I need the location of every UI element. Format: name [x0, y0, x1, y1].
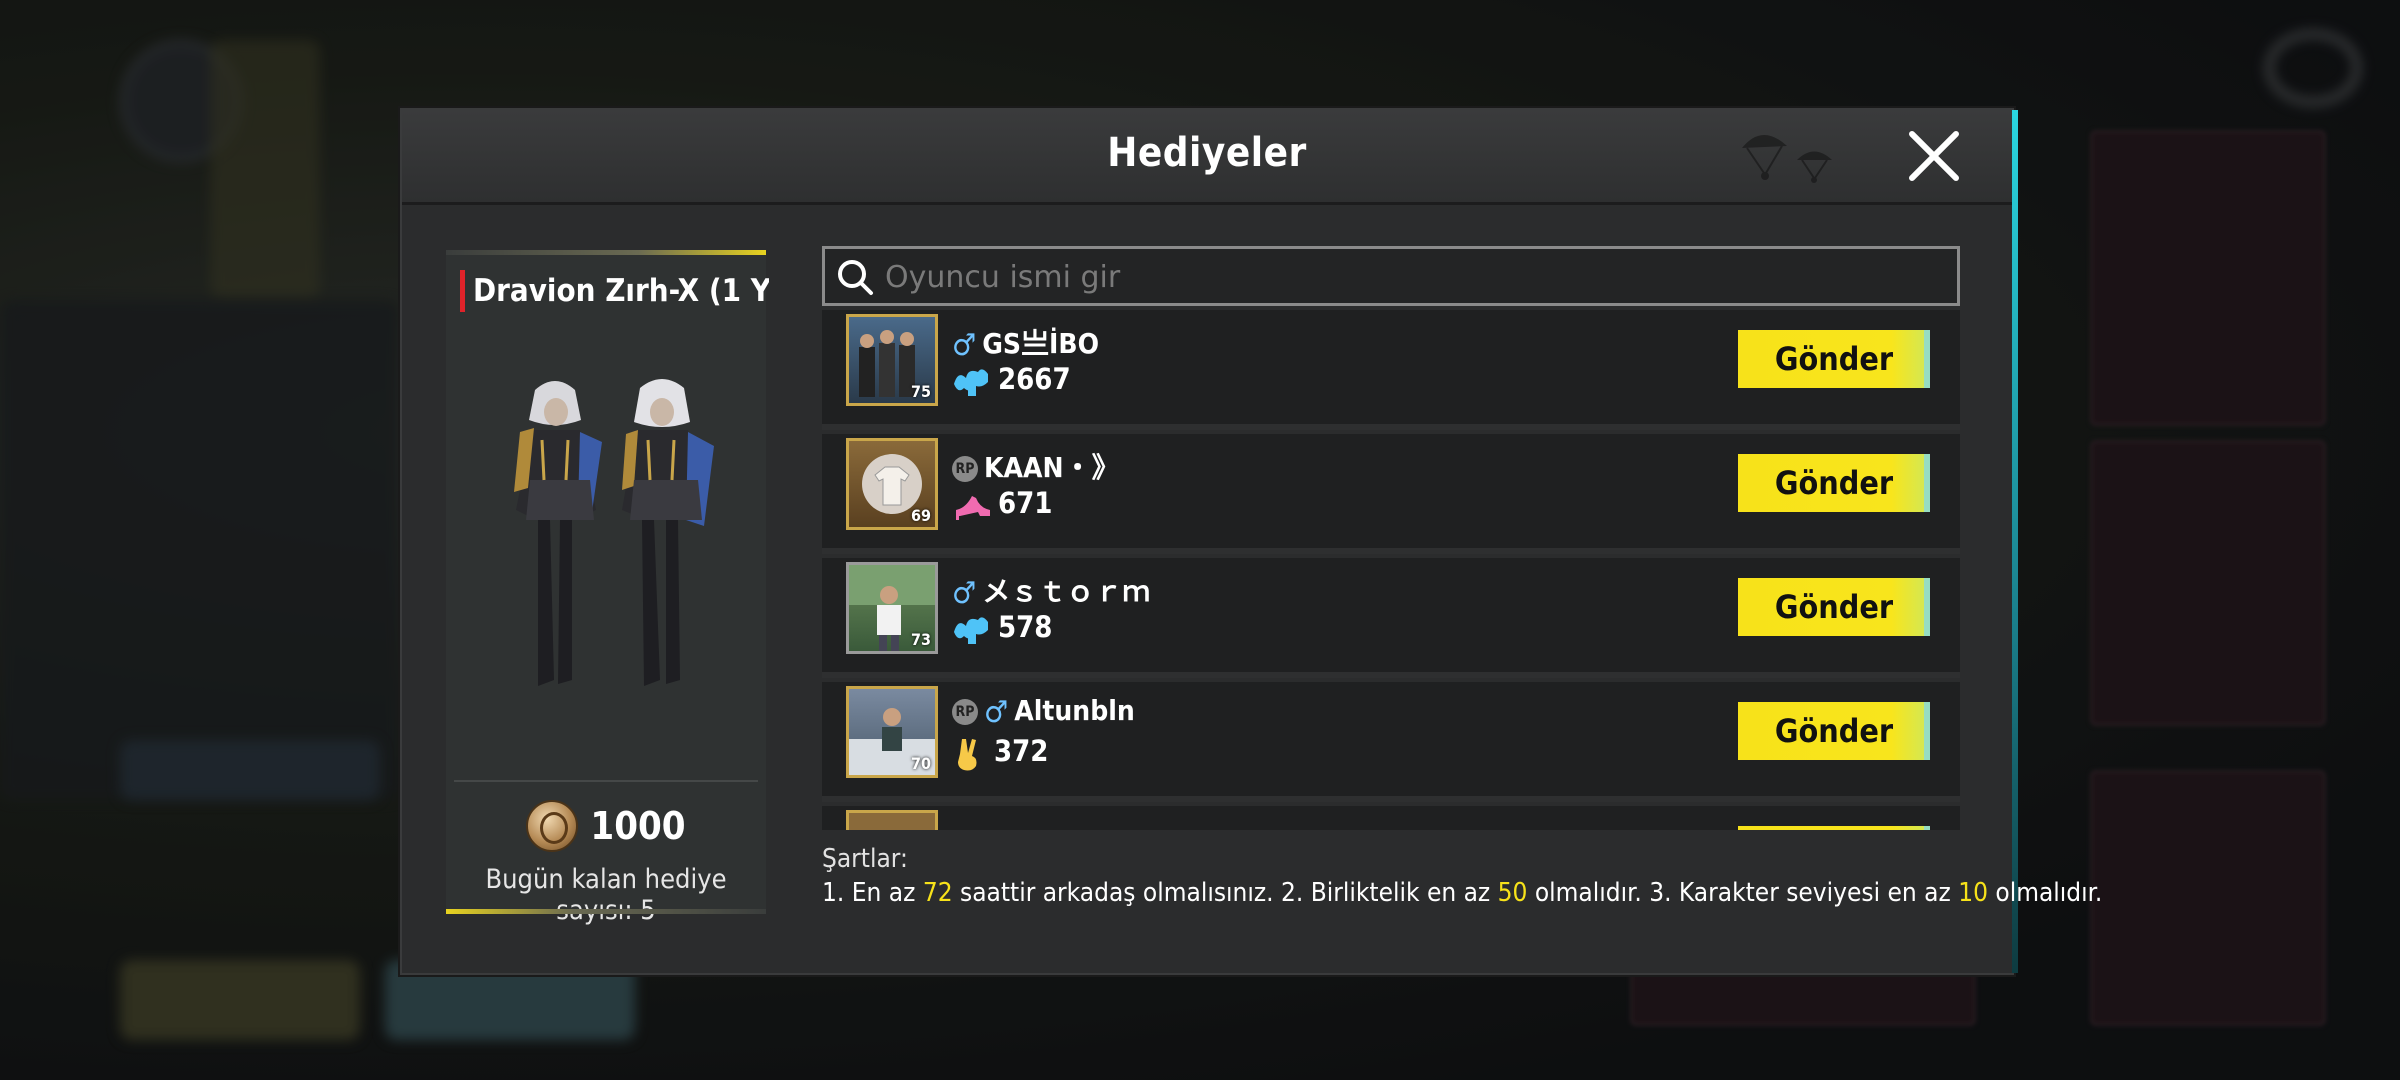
avatar[interactable]: 70	[846, 686, 938, 778]
terms-text: 1. En az 72 saattir arkadaş olmalısınız.…	[822, 878, 2103, 908]
player-stat: 372	[994, 734, 1049, 768]
victory-hand-icon	[958, 739, 977, 771]
friend-row-partial	[822, 806, 1960, 830]
send-gift-button[interactable]	[1738, 826, 1930, 830]
send-gift-button[interactable]: Gönder	[1738, 330, 1930, 388]
male-gender-icon: ♂	[984, 694, 1009, 730]
player-name: Altunbln	[1014, 694, 1135, 727]
dialog-edge-accent	[2012, 110, 2018, 973]
avatar[interactable]: 69	[846, 438, 938, 530]
friend-row: 73 ♂ メｓｔｏｒｍ 578 Gönder	[822, 558, 1960, 678]
item-name: Dravion Zırh-X (1 Yıldızl	[460, 270, 769, 312]
friend-row: 75 ♂ GS亗İBO 2667 Gönder	[822, 310, 1960, 430]
player-name: GS亗İBO	[982, 327, 1099, 360]
item-price: 1000	[446, 800, 766, 852]
search-icon	[838, 260, 873, 295]
avatar[interactable]: 73	[846, 562, 938, 654]
price-value: 1000	[590, 804, 686, 848]
male-gender-icon: ♂	[952, 327, 977, 363]
min-hours-value: 72	[922, 878, 953, 908]
high-heel-icon	[956, 496, 990, 520]
rp-badge-icon: RP	[952, 456, 978, 482]
player-level: 69	[910, 506, 931, 525]
gift-dialog: Hediyeler Dravion Zırh-X (1 Yıldızl	[400, 108, 2102, 975]
player-name: KAAN・》	[984, 451, 1120, 484]
send-gift-button[interactable]: Gönder	[1738, 578, 1930, 636]
close-icon	[1909, 131, 1959, 181]
avatar[interactable]: 75	[846, 314, 938, 406]
male-gender-icon: ♂	[952, 575, 977, 611]
friend-row: 69 RP KAAN・》 671 Gönder	[822, 434, 1960, 554]
muscle-icon	[954, 617, 988, 644]
search-input[interactable]	[883, 249, 1947, 305]
player-level: 75	[910, 382, 931, 401]
player-stat: 671	[998, 486, 1053, 520]
dialog-header: Hediyeler	[402, 110, 2012, 205]
player-stat: 2667	[998, 362, 1071, 396]
muscle-icon	[954, 369, 988, 396]
player-name: メｓｔｏｒｍ	[982, 575, 1151, 608]
min-level-value: 10	[1958, 878, 1988, 908]
player-level: 73	[910, 630, 931, 649]
dialog-title: Hediyeler	[1107, 130, 1307, 176]
rp-badge-icon: RP	[952, 699, 978, 725]
send-gift-button[interactable]: Gönder	[1738, 454, 1930, 512]
coin-icon	[526, 800, 579, 852]
avatar[interactable]	[846, 810, 938, 830]
remaining-gifts-label: Bugün kalan hediye sayısı: 5	[485, 864, 727, 926]
player-stat: 578	[998, 610, 1053, 644]
min-intimacy-value: 50	[1497, 878, 1528, 908]
terms-title: Şartlar:	[822, 844, 908, 874]
friend-list[interactable]: 75 ♂ GS亗İBO 2667 Gönder 69 RP KAAN・》 671 G…	[822, 310, 1960, 830]
gift-item-panel: Dravion Zırh-X (1 Yıldızl	[446, 250, 769, 926]
close-button[interactable]	[1906, 128, 1962, 184]
friend-row: 70 RP ♂ Altunbln 372 Gönder	[822, 682, 1960, 802]
send-gift-button[interactable]: Gönder	[1738, 702, 1930, 760]
outfit-preview-image	[514, 379, 714, 686]
player-search	[822, 246, 1960, 306]
player-level: 70	[910, 754, 931, 773]
